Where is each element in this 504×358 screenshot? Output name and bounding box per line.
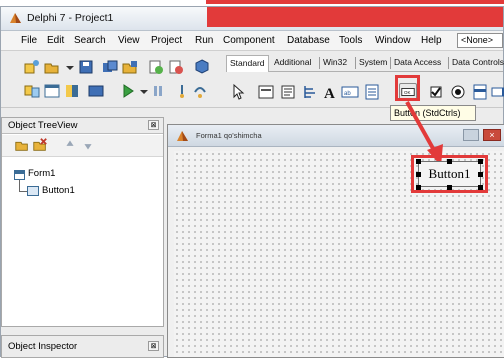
menu-tools[interactable]: Tools [339,35,362,46]
menu-window[interactable]: Window [375,35,411,46]
menu-file[interactable]: File [21,35,37,46]
checkbox-icon[interactable] [427,83,445,101]
open-project-icon[interactable] [121,58,139,76]
button-node-icon [27,186,39,196]
tab-system[interactable]: System [359,57,387,67]
inspector-title: Object Inspector [8,341,78,352]
view-form-icon[interactable] [43,82,61,100]
menu-database[interactable]: Database [287,35,330,46]
delete-folder-icon[interactable] [32,137,48,153]
trace-into-icon[interactable] [173,82,191,100]
new-form-icon[interactable] [87,82,105,100]
desktop-combo[interactable]: <None> [457,33,503,48]
form-node-icon [14,170,25,180]
tab-additional[interactable]: Additional [274,57,311,67]
red-overlay-bar [206,0,504,4]
toggle-form-unit-icon[interactable] [63,82,81,100]
close-button[interactable]: × [483,129,501,141]
menu-run[interactable]: Run [195,35,213,46]
treeview-toolbar [2,135,163,157]
menu-project[interactable]: Project [151,35,182,46]
menu-component[interactable]: Component [223,35,275,46]
object-treeview-panel: Object TreeView ⊠ Form1 Button1 [1,117,164,327]
svg-text:ab: ab [344,91,351,97]
delphi-logo-icon [9,12,22,25]
pause-icon[interactable] [149,82,167,100]
tab-separator [390,57,391,69]
tree-node-button1[interactable]: Button1 [42,185,75,196]
resize-handle[interactable] [416,185,421,190]
listbox-icon[interactable] [471,83,489,101]
arrow-up-icon[interactable] [62,137,78,153]
view-unit-icon[interactable] [23,82,41,100]
popup-menu-icon[interactable] [301,83,319,101]
new-folder-icon[interactable] [14,137,30,153]
menu-search[interactable]: Search [74,35,106,46]
resize-handle[interactable] [478,172,483,177]
open-icon[interactable] [43,58,61,76]
step-over-icon[interactable] [191,82,209,100]
tree-connector [19,191,27,192]
resize-handle[interactable] [478,185,483,190]
remove-file-icon[interactable] [167,58,185,76]
save-icon[interactable] [77,58,95,76]
pointer-icon[interactable] [229,83,247,101]
menu-edit[interactable]: Edit [47,35,64,46]
resize-handle[interactable] [447,159,452,164]
object-inspector-panel: Object Inspector ⊠ [1,335,164,358]
save-all-icon[interactable] [101,58,119,76]
help-cube-icon[interactable] [193,58,211,76]
radio-button-icon[interactable] [449,83,467,101]
menu-bar: File Edit Search View Project Run Compon… [1,31,503,51]
treeview-close-button[interactable]: ⊠ [148,120,159,130]
red-title-overlay [207,7,503,27]
tab-separator [319,57,320,69]
tab-separator [448,57,449,69]
tab-data-access[interactable]: Data Access [394,57,441,67]
tab-data-controls[interactable]: Data Controls [452,57,504,67]
placed-button1[interactable]: Button1 [418,161,481,187]
resize-handle[interactable] [416,172,421,177]
label-icon[interactable]: A [321,83,339,101]
resize-handle[interactable] [478,159,483,164]
menu-help[interactable]: Help [421,35,442,46]
main-menu-icon[interactable] [279,83,297,101]
treeview-header: Object TreeView ⊠ [2,118,163,134]
form-caption: Forma1 qo'shimcha [196,131,262,140]
frames-icon[interactable] [257,83,275,101]
palette-highlight-box [395,75,420,101]
title-bar: Delphi 7 - Project1 [1,7,503,31]
tree-node-form1[interactable]: Form1 [28,168,55,179]
treeview-title: Object TreeView [8,120,78,131]
new-items-icon[interactable] [23,58,41,76]
tab-separator [355,57,356,69]
edit-icon[interactable]: ab [341,83,359,101]
combobox-icon[interactable] [491,83,504,101]
window-title: Delphi 7 - Project1 [27,12,114,24]
resize-handle[interactable] [416,159,421,164]
add-file-icon[interactable] [147,58,165,76]
component-palette-tabs: Standard Additional Win32 System Data Ac… [226,54,504,72]
tab-standard[interactable]: Standard [226,55,269,72]
inspector-close-button[interactable]: ⊠ [148,341,159,351]
tab-win32[interactable]: Win32 [323,57,347,67]
resize-handle[interactable] [447,185,452,190]
arrow-down-icon[interactable] [80,137,96,153]
memo-icon[interactable] [363,83,381,101]
maximize-button[interactable] [463,129,479,141]
form-logo-icon [176,130,189,143]
svg-text:A: A [324,86,335,101]
menu-view[interactable]: View [118,35,140,46]
